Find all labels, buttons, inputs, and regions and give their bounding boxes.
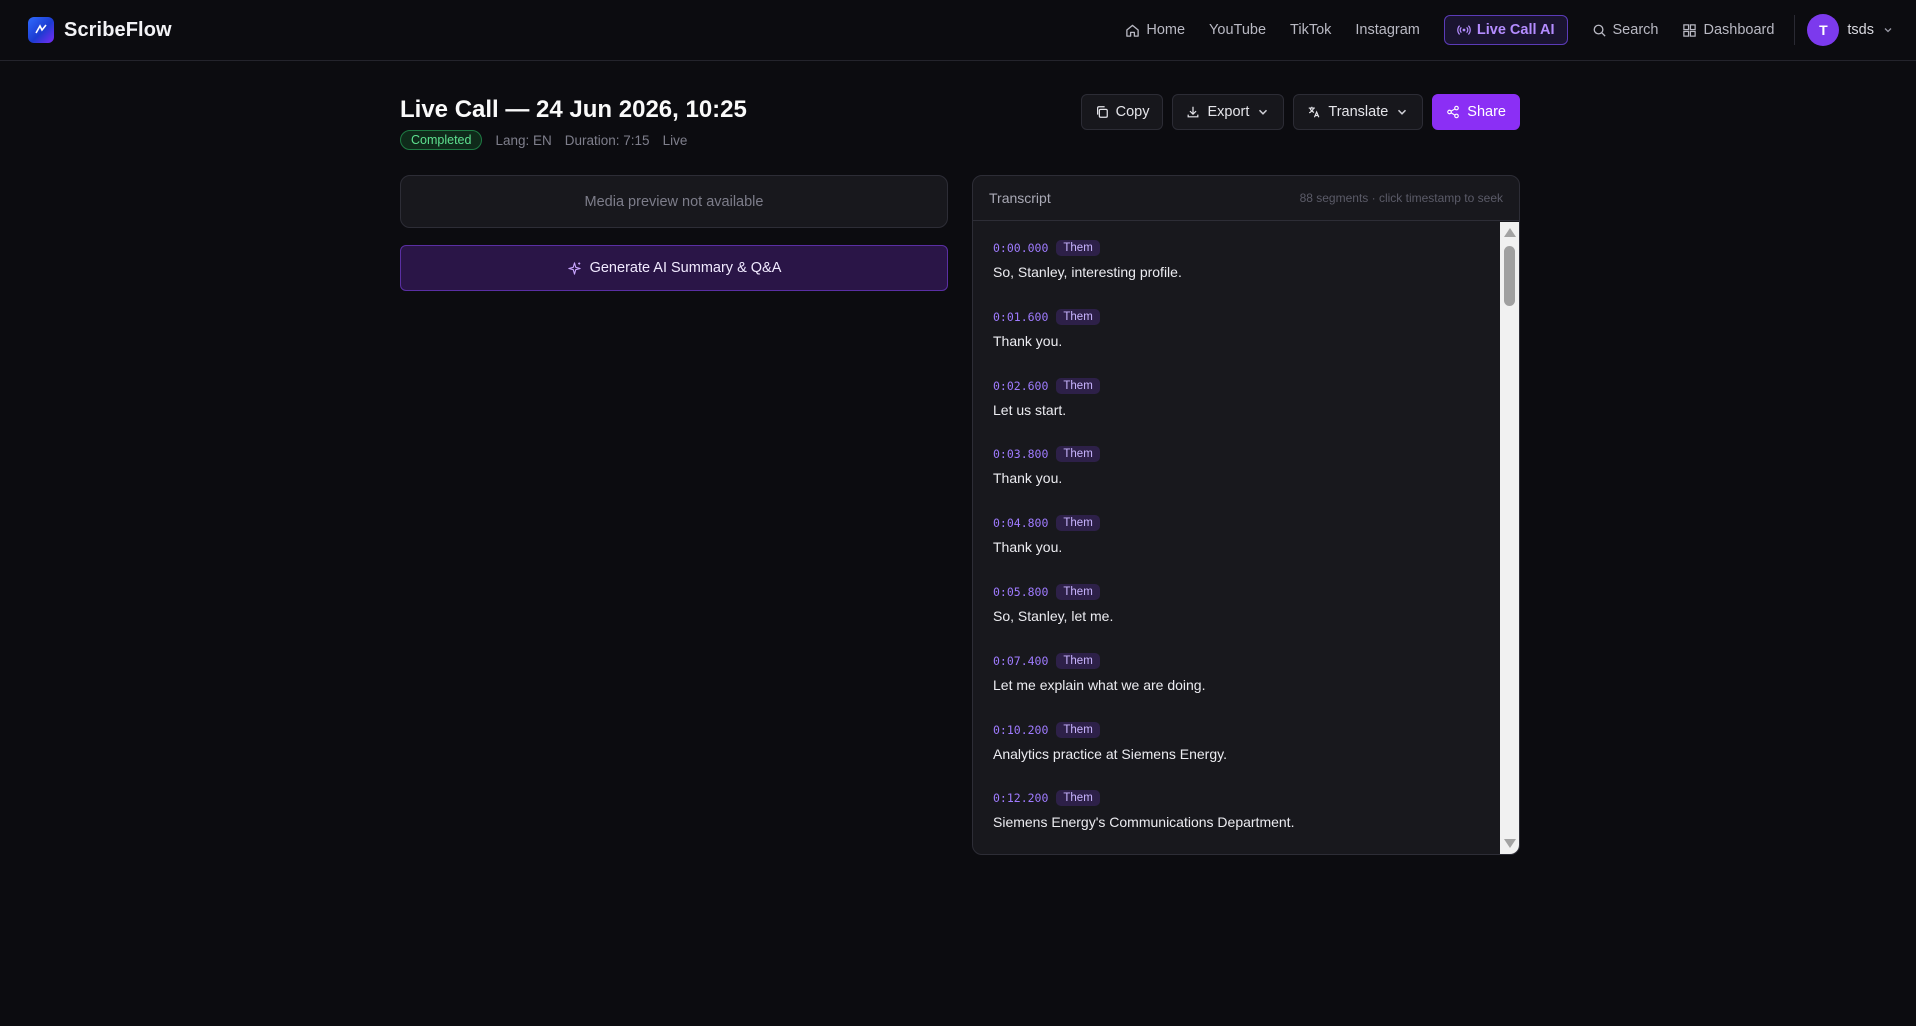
- language-label: Lang: EN: [495, 132, 552, 148]
- segment-text: Thank you.: [993, 539, 1063, 556]
- speaker-badge: Them: [1056, 308, 1100, 325]
- avatar: T: [1807, 14, 1840, 46]
- nav-youtube-label: YouTube: [1209, 22, 1267, 38]
- transcript-segment: 0:03.800 Them Thank you.: [973, 428, 1500, 497]
- segment-timestamp[interactable]: 0:03.800: [993, 447, 1048, 461]
- transcript-panel: Transcript 88 segments · click timestamp…: [972, 175, 1520, 855]
- main-nav: Home YouTube TikTok Instagram Live Call …: [1113, 14, 1894, 46]
- transcript-segment: 0:04.800 Them Thank you.: [973, 497, 1500, 566]
- speaker-badge: Them: [1056, 790, 1100, 807]
- copy-icon: [1096, 106, 1108, 118]
- speaker-badge: Them: [1056, 515, 1100, 532]
- nav-dashboard-label: Dashboard: [1703, 22, 1775, 38]
- page-title: Live Call — 24 Jun 2026, 10:25: [400, 96, 747, 123]
- translate-label: Translate: [1328, 104, 1389, 120]
- nav-search-label: Search: [1612, 22, 1659, 38]
- nav-live-call[interactable]: Live Call AI: [1443, 15, 1568, 45]
- nav-live-call-label: Live Call AI: [1476, 22, 1555, 38]
- speaker-badge: Them: [1056, 377, 1100, 394]
- duration-label: Duration: 7:15: [564, 132, 650, 148]
- transcript-title: Transcript: [989, 190, 1051, 206]
- transcript-segment: 0:07.400 Them Let me explain what we are…: [973, 635, 1500, 704]
- nav-dashboard[interactable]: Dashboard: [1670, 15, 1786, 45]
- chevron-down-icon: [1884, 28, 1892, 33]
- brand[interactable]: ScribeFlow: [28, 17, 172, 43]
- action-toolbar: Copy Export Translate Share: [1080, 94, 1520, 130]
- transcript-segment: 0:02.600 Them Let us start.: [973, 360, 1500, 429]
- nav-instagram[interactable]: Instagram: [1343, 15, 1431, 45]
- segment-text: Thank you.: [993, 332, 1063, 349]
- media-preview: Media preview not available: [400, 175, 948, 228]
- transcript-segment: 0:10.200 Them Analytics practice at Siem…: [973, 704, 1500, 773]
- source-label: Live: [662, 132, 688, 148]
- translate-icon: [1309, 106, 1320, 118]
- segment-timestamp[interactable]: 0:02.600: [993, 379, 1048, 393]
- chevron-down-icon: [1398, 109, 1407, 115]
- transcript-list[interactable]: 0:00.000 Them So, Stanley, interesting p…: [973, 222, 1500, 854]
- share-icon: [1447, 105, 1460, 119]
- nav-tiktok[interactable]: TikTok: [1278, 15, 1343, 45]
- copy-button[interactable]: Copy: [1080, 94, 1164, 130]
- transcript-segment: 0:00.000 Them So, Stanley, interesting p…: [973, 222, 1500, 291]
- segment-text: So, Stanley, let me.: [993, 607, 1114, 624]
- segment-text: Let us start.: [993, 401, 1067, 418]
- segment-timestamp[interactable]: 0:04.800: [993, 516, 1048, 530]
- segment-timestamp[interactable]: 0:10.200: [993, 723, 1048, 737]
- nav-home[interactable]: Home: [1113, 15, 1197, 45]
- segment-timestamp[interactable]: 0:07.400: [993, 654, 1048, 668]
- segment-timestamp[interactable]: 0:12.200: [993, 791, 1048, 805]
- chevron-down-icon: [1259, 109, 1268, 115]
- segment-text: So, Stanley, interesting profile.: [993, 264, 1182, 280]
- brand-name: ScribeFlow: [64, 18, 172, 41]
- transcript-segment: 0:05.800 Them So, Stanley, let me.: [973, 566, 1500, 635]
- brand-logo-icon: [28, 17, 54, 43]
- transcript-scrollbar[interactable]: [1500, 222, 1519, 854]
- call-meta: Completed Lang: EN Duration: 7:15 Live: [400, 130, 687, 150]
- media-preview-text: Media preview not available: [584, 193, 764, 210]
- copy-label: Copy: [1115, 104, 1150, 120]
- segment-text: Thank you.: [993, 470, 1063, 487]
- share-label: Share: [1467, 104, 1506, 120]
- translate-button[interactable]: Translate: [1293, 94, 1424, 130]
- transcript-hint: 88 segments · click timestamp to seek: [1299, 191, 1503, 205]
- segment-text: Let me explain what we are doing.: [993, 676, 1206, 693]
- speaker-badge: Them: [1056, 446, 1100, 463]
- nav-instagram-label: Instagram: [1355, 22, 1420, 38]
- transcript-header: Transcript 88 segments · click timestamp…: [973, 176, 1519, 221]
- scrollbar-thumb[interactable]: [1504, 246, 1515, 306]
- nav-youtube[interactable]: YouTube: [1197, 15, 1278, 45]
- segment-timestamp[interactable]: 0:00.000: [993, 241, 1048, 255]
- speaker-badge: Them: [1056, 721, 1100, 738]
- nav-divider: [1794, 15, 1796, 45]
- status-badge: Completed: [400, 130, 483, 150]
- dashboard-icon: [1683, 23, 1697, 37]
- generate-summary-label: Generate AI Summary & Q&A: [589, 260, 782, 276]
- segment-text: Siemens Energy's Communications Departme…: [993, 814, 1295, 831]
- segment-text: Analytics practice at Siemens Energy.: [993, 745, 1227, 762]
- generate-summary-button[interactable]: Generate AI Summary & Q&A: [400, 245, 948, 291]
- speaker-badge: Them: [1056, 240, 1100, 256]
- export-label: Export: [1207, 104, 1250, 120]
- speaker-badge: Them: [1056, 583, 1100, 600]
- transcript-segment: 0:01.600 Them Thank you.: [973, 291, 1500, 360]
- scroll-down-arrow-icon[interactable]: [1504, 839, 1516, 848]
- scroll-up-arrow-icon[interactable]: [1504, 228, 1516, 237]
- sparkles-icon: [567, 261, 581, 275]
- user-menu[interactable]: T tsds: [1803, 14, 1894, 46]
- broadcast-icon: [1457, 25, 1471, 35]
- transcript-segment: 0:12.200 Them Siemens Energy's Communica…: [973, 772, 1500, 841]
- home-icon: [1126, 24, 1140, 37]
- user-name: tsds: [1847, 22, 1874, 38]
- download-icon: [1188, 106, 1199, 118]
- export-button[interactable]: Export: [1172, 94, 1285, 130]
- segment-timestamp[interactable]: 0:05.800: [993, 585, 1048, 599]
- speaker-badge: Them: [1056, 652, 1100, 669]
- nav-home-label: Home: [1146, 22, 1186, 38]
- nav-tiktok-label: TikTok: [1290, 22, 1332, 38]
- share-button[interactable]: Share: [1432, 94, 1520, 130]
- segment-timestamp[interactable]: 0:01.600: [993, 310, 1048, 324]
- search-icon: [1593, 24, 1606, 37]
- top-nav: ScribeFlow Home YouTube TikTok Instagram…: [0, 0, 1916, 61]
- nav-search[interactable]: Search: [1580, 15, 1671, 45]
